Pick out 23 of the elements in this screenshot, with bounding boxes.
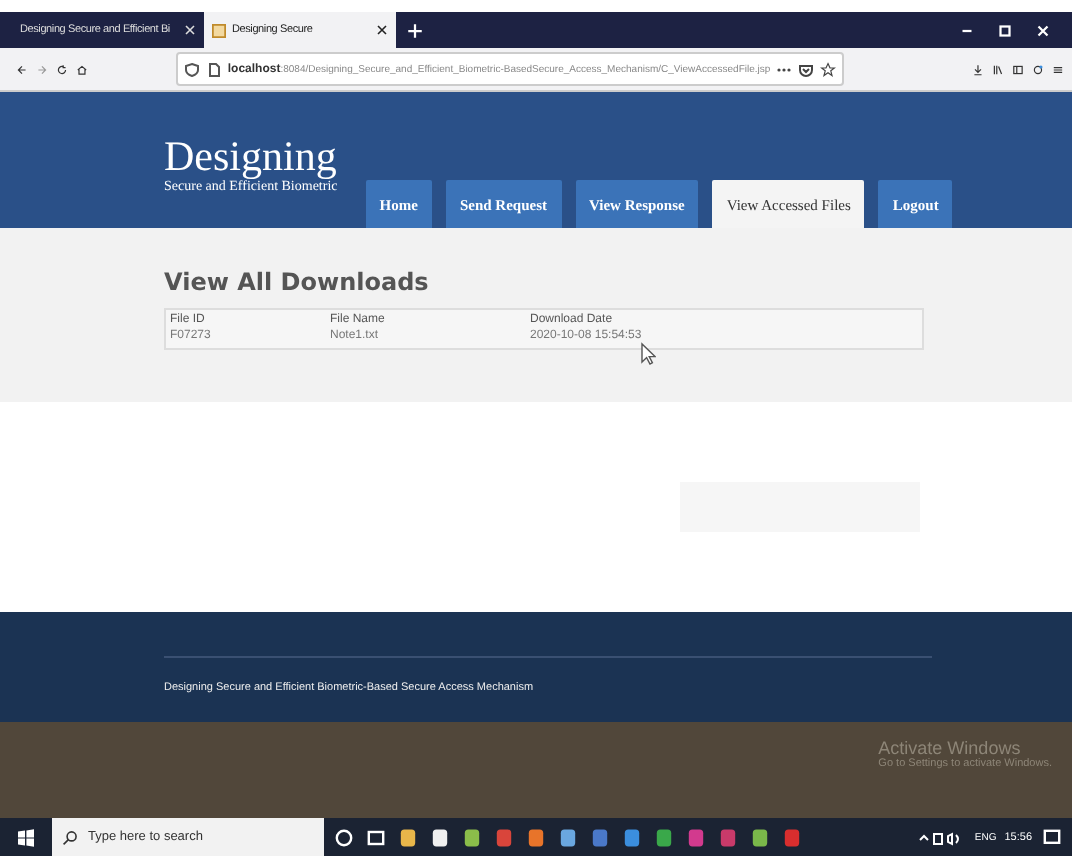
cortana-icon[interactable] (332, 825, 356, 849)
pocket-icon[interactable] (798, 61, 815, 77)
app-icon[interactable] (428, 825, 452, 849)
reload-icon[interactable] (55, 59, 68, 79)
app-icon[interactable] (556, 825, 580, 849)
app-icon[interactable] (460, 825, 484, 849)
site-title: Designing (164, 134, 338, 178)
task-view-icon[interactable] (364, 825, 388, 849)
shield-icon (183, 61, 200, 77)
download-icon[interactable] (972, 59, 985, 79)
close-icon[interactable] (376, 24, 388, 36)
search-icon (62, 829, 78, 845)
restore-icon[interactable] (996, 21, 1014, 39)
page-icon (212, 23, 226, 37)
new-tab-icon[interactable] (406, 21, 424, 39)
windows-icon[interactable] (16, 827, 36, 847)
notification-icon[interactable] (1040, 825, 1064, 849)
app-icon[interactable] (396, 825, 420, 849)
star-icon[interactable] (820, 61, 837, 77)
activation-title: Activate Windows (878, 738, 1023, 758)
section-heading: View All Downloads (164, 268, 431, 296)
page-icon (205, 61, 222, 77)
app-icon[interactable] (748, 825, 772, 849)
